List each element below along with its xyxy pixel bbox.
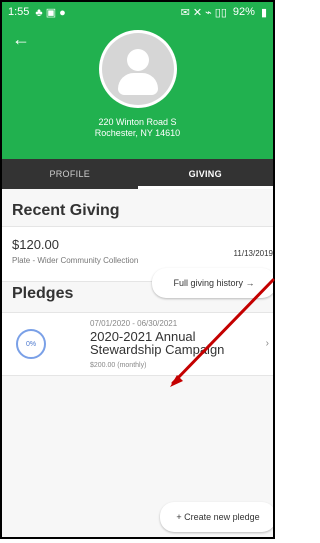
profile-address: 220 Winton Road S Rochester, NY 14610 bbox=[2, 117, 273, 139]
chevron-right-icon: › bbox=[265, 338, 269, 349]
status-time: 1:55 bbox=[8, 6, 30, 18]
status-left-icons: ♣ ▣ ● bbox=[35, 6, 66, 19]
pledge-name: 2020-2021 Annual Stewardship Campaign bbox=[90, 329, 225, 357]
pledge-date-range: 07/01/2020 - 06/30/2021 bbox=[90, 319, 178, 328]
tab-profile[interactable]: PROFILE bbox=[2, 159, 138, 189]
battery-percent: 92% bbox=[232, 6, 255, 18]
recent-giving-title: Recent Giving bbox=[12, 202, 120, 219]
status-right: ✉ ✕ ⌁ ▯▯ 92% ▮ bbox=[181, 6, 267, 19]
profile-header: ← 220 Winton Road S Rochester, NY 14610 bbox=[2, 22, 273, 159]
status-bar: 1:55 ♣ ▣ ● ✉ ✕ ⌁ ▯▯ 92% ▮ bbox=[2, 2, 273, 22]
avatar-ring bbox=[98, 30, 177, 108]
phone-screen: 1:55 ♣ ▣ ● ✉ ✕ ⌁ ▯▯ 92% ▮ ← 220 Winton R… bbox=[0, 0, 275, 539]
battery-icon: ▮ bbox=[260, 6, 267, 19]
create-new-pledge-button[interactable]: + Create new pledge bbox=[160, 502, 273, 532]
back-arrow-icon[interactable]: ← bbox=[12, 30, 30, 48]
pledge-progress: 0% bbox=[16, 329, 46, 359]
pledge-row[interactable]: 0% 07/01/2020 - 06/30/2021 2020-2021 Ann… bbox=[2, 312, 273, 376]
status-right-icons: ✉ ✕ ⌁ ▯▯ bbox=[180, 6, 227, 19]
tab-giving[interactable]: GIVING bbox=[137, 159, 274, 189]
avatar bbox=[101, 33, 174, 105]
gift-description: Plate - Wider Community Collection bbox=[12, 256, 139, 265]
address-line-1: 220 Winton Road S bbox=[98, 117, 177, 127]
tab-bar: PROFILE GIVING bbox=[2, 159, 273, 189]
pledges-title: Pledges bbox=[12, 285, 74, 302]
pledge-rate: $200.00 (monthly) bbox=[90, 362, 147, 369]
address-line-2: Rochester, NY 14610 bbox=[94, 128, 181, 138]
gift-date: 11/13/2019 bbox=[233, 249, 273, 258]
full-giving-history-button[interactable]: Full giving history → bbox=[152, 268, 273, 298]
status-left: 1:55 ♣ ▣ ● bbox=[8, 6, 66, 19]
gift-amount: $120.00 bbox=[12, 237, 59, 252]
